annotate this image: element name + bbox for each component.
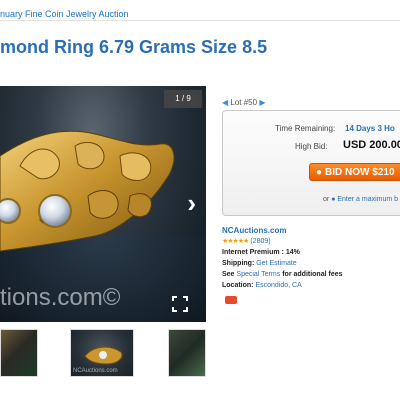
time-remaining-label: Time Remaining: (275, 124, 336, 133)
high-bid-value: USD 200.00 (343, 139, 400, 151)
header-divider (0, 20, 400, 21)
seller-name[interactable]: NCAuctions.com (222, 225, 343, 236)
premium-value: 14% (285, 249, 300, 256)
chevron-right-icon[interactable]: › (187, 190, 196, 216)
fullscreen-icon[interactable] (172, 296, 188, 312)
location-value[interactable]: Escondido, CA (255, 282, 301, 289)
time-remaining-value: 14 Days 3 Ho (345, 124, 395, 133)
or-text: or (323, 196, 330, 203)
location-label: Location: (222, 282, 254, 289)
max-bid-link[interactable]: Enter a maximum b (337, 196, 398, 203)
location-row: Location: Escondido, CA (222, 280, 343, 291)
shipping-label: Shipping: (222, 260, 255, 267)
see-text: See (222, 271, 235, 278)
thumbnail-1[interactable] (0, 329, 38, 377)
tag-icon: ● (316, 167, 323, 178)
triangle-right-icon[interactable]: ▶ (259, 98, 265, 107)
lot-navigation: ◀ Lot #50 ▶ (222, 98, 265, 107)
seller-info: NCAuctions.com ★★★★★ (2809) Internet Pre… (222, 225, 343, 291)
high-bid-label: High Bid: (295, 142, 328, 151)
breadcrumb[interactable]: nuary Fine Coin Jewelry Auction (0, 9, 129, 19)
photo-watermark: tions.com© (0, 284, 121, 311)
page-title: mond Ring 6.79 Grams Size 8.5 (0, 37, 268, 57)
premium-label: Internet Premium : (222, 249, 284, 256)
terms-row: See Special Terms for additional fees (222, 269, 343, 280)
seller-badge-icon (225, 296, 237, 304)
bullet-icon: ● (331, 196, 336, 203)
shipping-row: Shipping: Get Estimate (222, 258, 343, 269)
lot-label: Lot #50 (230, 98, 258, 107)
thumbnail-3[interactable] (168, 329, 206, 377)
bid-now-label: BID NOW $210 (325, 167, 395, 178)
additional-fees-text: for additional fees (282, 271, 343, 278)
bid-box: Time Remaining: 14 Days 3 Ho High Bid: U… (222, 110, 400, 216)
bid-now-button[interactable]: ● BID NOW $210 (309, 163, 400, 181)
main-photo[interactable]: 1 / 9 › tions.com© (0, 86, 206, 322)
premium-row: Internet Premium : 14% (222, 247, 343, 258)
rating-count[interactable]: (2809) (250, 238, 270, 245)
shipping-estimate-link[interactable]: Get Estimate (256, 260, 296, 267)
seller-rating: ★★★★★ (2809) (222, 236, 343, 247)
special-terms-link[interactable]: Special Terms (236, 271, 280, 278)
rating-stars-icon: ★★★★★ (222, 238, 249, 245)
thumbnail-2[interactable]: NCAuctions.com (70, 329, 134, 377)
thumbnail-watermark: NCAuctions.com (73, 368, 118, 374)
triangle-left-icon[interactable]: ◀ (222, 98, 228, 107)
max-bid-row: or ● Enter a maximum b (323, 196, 398, 203)
image-counter: 1 / 9 (164, 90, 202, 108)
